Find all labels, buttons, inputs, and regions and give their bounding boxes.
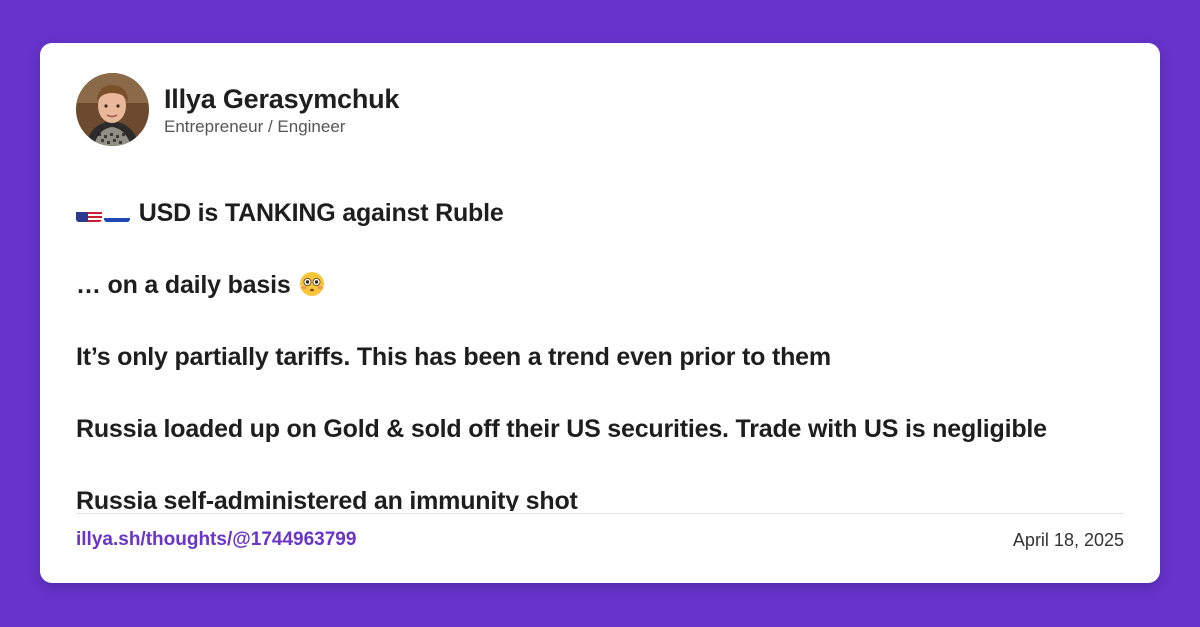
post-line-3: It’s only partially tariffs. This has be… — [76, 343, 831, 371]
post-line-5: Russia self-administered an immunity sho… — [76, 487, 578, 511]
russia-flag-icon — [104, 204, 130, 222]
author-header: Illya Gerasymchuk Entrepreneur / Enginee… — [76, 73, 399, 146]
post-line-4: Russia loaded up on Gold & sold off thei… — [76, 415, 1047, 443]
avatar-photo-icon — [76, 73, 149, 146]
post-line-2-text: … on a daily basis — [76, 271, 291, 299]
avatar[interactable] — [76, 73, 149, 146]
post-body: USD is TANKING against Ruble … on a dail… — [76, 195, 1126, 511]
post-line-2: … on a daily basis — [76, 267, 1126, 303]
flushed-face-emoji-icon — [299, 271, 325, 297]
post-date: April 18, 2025 — [1012, 530, 1124, 550]
post-card: Illya Gerasymchuk Entrepreneur / Enginee… — [40, 43, 1160, 583]
footer-divider — [76, 513, 1124, 514]
permalink[interactable]: illya.sh/thoughts/@1744963799 — [76, 529, 356, 551]
author-title: Entrepreneur / Engineer — [164, 116, 346, 136]
post-line-1-text: USD is TANKING against Ruble — [138, 199, 504, 227]
post-line-1: USD is TANKING against Ruble — [76, 195, 1126, 231]
us-flag-icon — [76, 204, 102, 222]
author-info: Illya Gerasymchuk Entrepreneur / Enginee… — [164, 83, 399, 137]
author-name[interactable]: Illya Gerasymchuk — [164, 83, 399, 115]
